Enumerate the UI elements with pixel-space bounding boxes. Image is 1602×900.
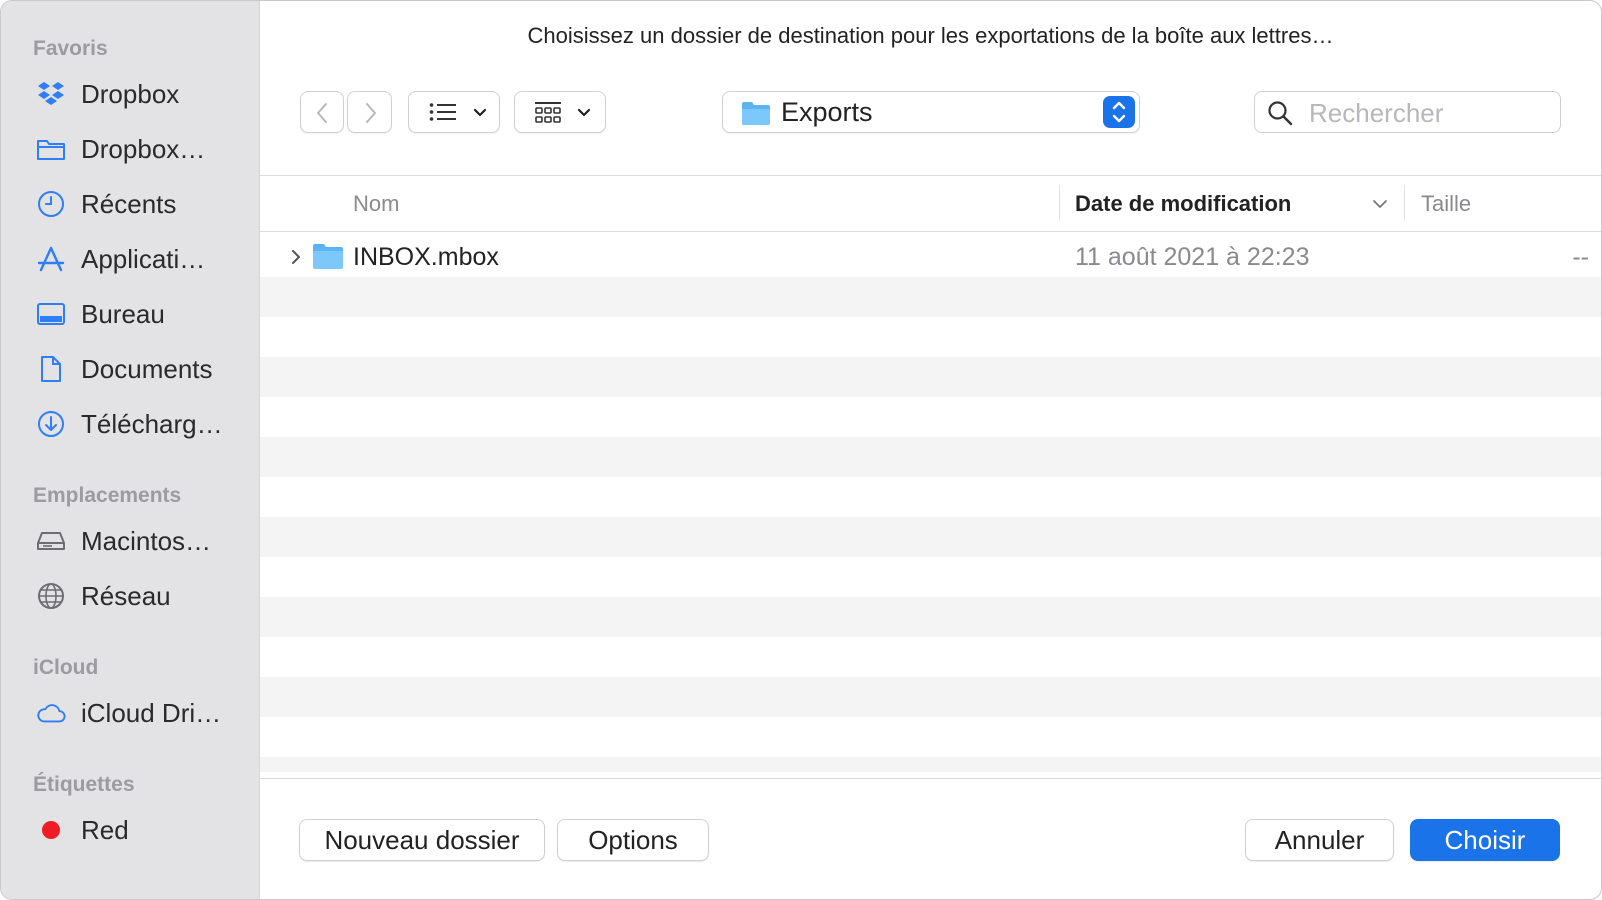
footer-divider bbox=[260, 778, 1601, 779]
sidebar-item-label: Macintos… bbox=[81, 525, 212, 556]
sidebar-item-label: Applicati… bbox=[81, 243, 206, 274]
up-down-arrows-icon bbox=[1103, 96, 1135, 128]
sidebar-item-label: iCloud Dri… bbox=[81, 697, 222, 728]
chevron-left-icon bbox=[317, 103, 327, 123]
empty-row bbox=[260, 637, 1601, 677]
clock-icon bbox=[36, 189, 66, 219]
search-input[interactable] bbox=[1307, 96, 1551, 130]
download-icon bbox=[36, 409, 66, 439]
sidebar-item-documents[interactable]: Documents bbox=[1, 347, 259, 391]
column-header-name[interactable]: Nom bbox=[353, 179, 399, 229]
chevron-right-icon bbox=[366, 103, 376, 123]
file-size: -- bbox=[1572, 243, 1589, 271]
search-field[interactable] bbox=[1254, 91, 1561, 133]
dropbox-icon bbox=[36, 79, 66, 109]
sidebar-item-macintosh-hd[interactable]: Macintos… bbox=[1, 519, 259, 563]
hard-drive-icon bbox=[36, 526, 66, 556]
empty-row bbox=[260, 757, 1601, 772]
document-icon bbox=[36, 354, 66, 384]
header-divider bbox=[260, 231, 1601, 232]
column-divider bbox=[1059, 185, 1060, 221]
sort-chevron-down-icon bbox=[1373, 200, 1387, 208]
sidebar-item-label: Dropbox bbox=[81, 78, 180, 109]
sidebar-item-desktop[interactable]: Bureau bbox=[1, 292, 259, 336]
empty-row bbox=[260, 317, 1601, 357]
chevron-down-icon bbox=[473, 108, 487, 117]
sidebar-item-label: Réseau bbox=[81, 580, 171, 611]
empty-row bbox=[260, 437, 1601, 477]
globe-icon bbox=[36, 581, 66, 611]
folder-icon bbox=[742, 102, 770, 125]
sidebar-item-dropbox-folder[interactable]: Dropbox… bbox=[1, 127, 259, 171]
location-label: Exports bbox=[781, 97, 873, 127]
file-chooser-dialog: Favoris Dropbox Dropbox… Récents Applica… bbox=[0, 0, 1602, 900]
cloud-icon bbox=[36, 698, 66, 728]
table-row[interactable]: INBOX.mbox 11 août 2021 à 22:23 -- bbox=[260, 237, 1601, 277]
sidebar-heading-favorites: Favoris bbox=[33, 37, 108, 60]
sidebar: Favoris Dropbox Dropbox… Récents Applica… bbox=[1, 1, 260, 899]
applications-icon bbox=[36, 244, 66, 274]
sidebar-item-dropbox[interactable]: Dropbox bbox=[1, 72, 259, 116]
toolbar-divider bbox=[260, 175, 1601, 176]
folder-icon bbox=[36, 134, 66, 164]
empty-row bbox=[260, 517, 1601, 557]
search-icon bbox=[1268, 101, 1293, 126]
sidebar-item-tag-red[interactable]: Red bbox=[1, 808, 259, 852]
sidebar-item-label: Récents bbox=[81, 188, 177, 219]
empty-row bbox=[260, 717, 1601, 757]
sidebar-item-recents[interactable]: Récents bbox=[1, 182, 259, 226]
sidebar-heading-locations: Emplacements bbox=[33, 484, 182, 507]
location-popup[interactable]: Exports bbox=[722, 91, 1140, 133]
column-divider bbox=[1404, 185, 1405, 221]
column-header-date[interactable]: Date de modification bbox=[1075, 179, 1291, 229]
disclosure-triangle-icon[interactable] bbox=[290, 249, 302, 265]
sidebar-item-applications[interactable]: Applicati… bbox=[1, 237, 259, 281]
main-panel: Choisissez un dossier de destination pou… bbox=[260, 1, 1601, 899]
sidebar-item-downloads[interactable]: Télécharg… bbox=[1, 402, 259, 446]
list-view-icon bbox=[429, 103, 456, 121]
sidebar-heading-icloud: iCloud bbox=[33, 656, 99, 679]
sidebar-item-label: Documents bbox=[81, 353, 213, 384]
view-mode-button[interactable] bbox=[408, 91, 500, 133]
folder-icon bbox=[313, 244, 343, 269]
forward-button[interactable] bbox=[347, 91, 392, 133]
column-header-date-label: Date de modification bbox=[1075, 191, 1292, 216]
back-button[interactable] bbox=[300, 91, 344, 133]
group-mode-button[interactable] bbox=[514, 91, 606, 133]
empty-row bbox=[260, 677, 1601, 717]
file-name: INBOX.mbox bbox=[353, 243, 499, 271]
column-header-size[interactable]: Taille bbox=[1421, 179, 1471, 229]
empty-row bbox=[260, 357, 1601, 397]
empty-row bbox=[260, 277, 1601, 317]
empty-row bbox=[260, 397, 1601, 437]
empty-row bbox=[260, 477, 1601, 517]
choose-button[interactable]: Choisir bbox=[1410, 819, 1560, 861]
dialog-title: Choisissez un dossier de destination pou… bbox=[527, 23, 1334, 48]
sidebar-item-label: Bureau bbox=[81, 298, 165, 329]
sidebar-item-label: Télécharg… bbox=[81, 408, 223, 439]
sidebar-item-label: Dropbox… bbox=[81, 133, 206, 164]
new-folder-button[interactable]: Nouveau dossier bbox=[299, 819, 545, 861]
sidebar-item-label: Red bbox=[81, 814, 129, 845]
file-list: INBOX.mbox 11 août 2021 à 22:23 -- bbox=[260, 237, 1601, 772]
tag-dot-icon bbox=[36, 815, 66, 845]
cancel-button[interactable]: Annuler bbox=[1245, 819, 1394, 861]
sidebar-item-icloud-drive[interactable]: iCloud Dri… bbox=[1, 691, 259, 735]
desktop-icon bbox=[36, 299, 66, 329]
file-date: 11 août 2021 à 22:23 bbox=[1075, 243, 1310, 271]
grid-view-icon bbox=[535, 102, 561, 123]
empty-row bbox=[260, 597, 1601, 637]
empty-row bbox=[260, 557, 1601, 597]
chevron-down-icon bbox=[577, 108, 591, 117]
sidebar-item-network[interactable]: Réseau bbox=[1, 574, 259, 618]
sidebar-heading-tags: Étiquettes bbox=[33, 773, 135, 796]
options-button[interactable]: Options bbox=[557, 819, 709, 861]
